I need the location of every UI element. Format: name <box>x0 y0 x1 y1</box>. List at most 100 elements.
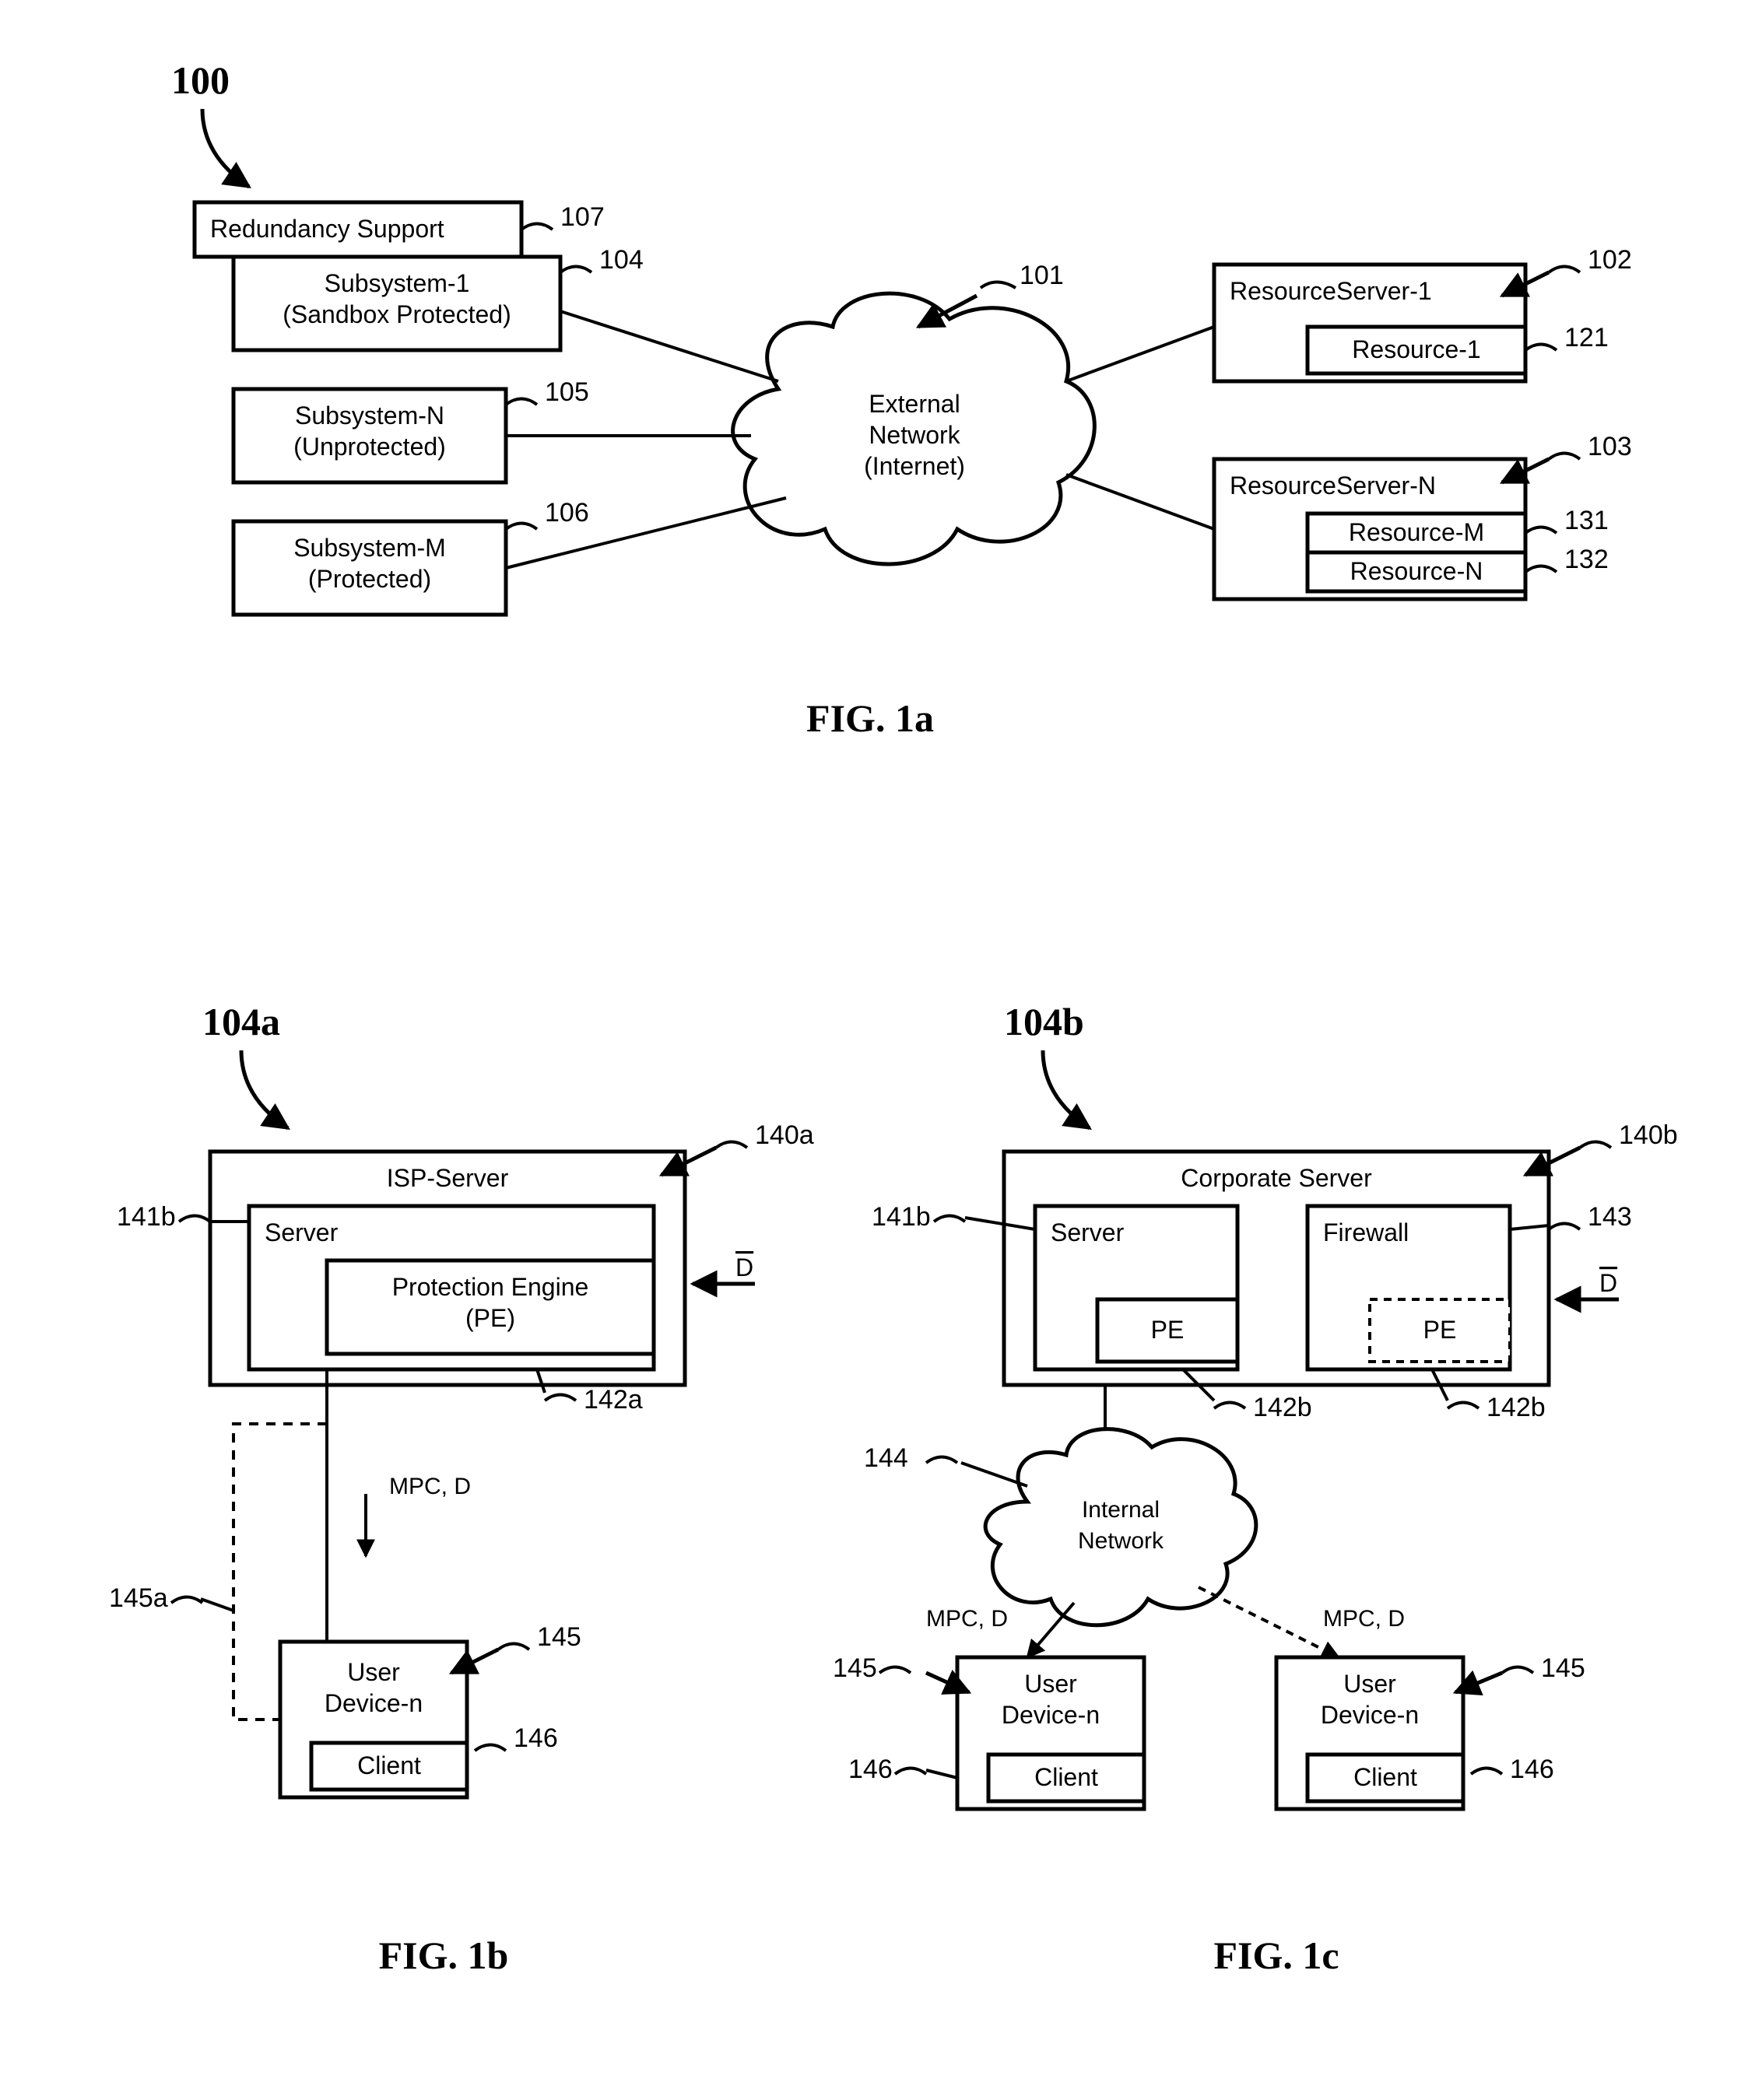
cloud-external-network: External Network (Internet) <box>733 293 1095 564</box>
leader-141b-b <box>179 1216 210 1222</box>
ref-142a: 142a <box>584 1385 643 1415</box>
user-line2-fig1b: Device-n <box>325 1689 423 1717</box>
ref-145-c-left: 145 <box>833 1653 877 1683</box>
ref-142b-left: 142b <box>1253 1393 1312 1422</box>
leader-146-c-left <box>895 1769 926 1775</box>
fig-1c-caption: FIG. 1c <box>1213 1933 1339 1977</box>
resource-1-label: Resource-1 <box>1352 335 1480 363</box>
d-label-fig1b: D <box>735 1253 753 1281</box>
leader-143 <box>1549 1224 1580 1230</box>
user-line2-c-left: Device-n <box>1002 1701 1100 1729</box>
user-line1-fig1b: User <box>347 1658 400 1686</box>
ref-146-c-left: 146 <box>848 1755 893 1784</box>
link-cloud-rsn <box>1066 475 1214 529</box>
leader-103 <box>1549 454 1580 460</box>
ref-106: 106 <box>545 498 589 528</box>
ref-145-c-right: 145 <box>1541 1653 1585 1683</box>
ref-141b-fig1c: 141b <box>872 1202 931 1232</box>
leader-140a <box>716 1142 747 1148</box>
leader-144 <box>926 1457 957 1464</box>
ref-140b: 140b <box>1619 1120 1678 1150</box>
leader-line-145a <box>201 1599 233 1611</box>
user-line1-c-left: User <box>1024 1670 1077 1698</box>
ref-146-c-right: 146 <box>1510 1755 1554 1784</box>
mpc-d-left: MPC, D <box>926 1606 1008 1632</box>
ref-104a-arrow <box>241 1050 288 1128</box>
client-label-c-left: Client <box>1034 1763 1098 1791</box>
leader-145-fig1b <box>498 1644 529 1650</box>
ref-143: 143 <box>1588 1202 1632 1232</box>
internal-line2: Network <box>1078 1528 1164 1554</box>
ref-104b: 104b <box>1004 1000 1084 1043</box>
leader-146-fig1b <box>475 1745 506 1751</box>
leader-145-c-right <box>1502 1667 1533 1674</box>
leader-132 <box>1525 566 1557 573</box>
isp-inner-server-label: Server <box>265 1218 339 1246</box>
user-line2-c-right: Device-n <box>1321 1701 1419 1729</box>
leader-145a <box>171 1597 202 1604</box>
leader-121 <box>1525 345 1557 351</box>
client-label-c-right: Client <box>1353 1763 1417 1791</box>
cloud-line3: (Internet) <box>864 452 965 480</box>
ref-102: 102 <box>1588 245 1632 275</box>
resource-server-n-label: ResourceServer-N <box>1230 472 1436 500</box>
fig-1c: 104b Corporate Server 140b 141b Server P… <box>833 1000 1678 1977</box>
ref-107: 107 <box>560 202 605 232</box>
subsystem-n-line1: Subsystem-N <box>295 401 444 429</box>
ref-142b-right: 142b <box>1487 1393 1546 1422</box>
ref-104a: 104a <box>202 1000 280 1043</box>
pe-line1: Protection Engine <box>392 1273 589 1301</box>
ref-144: 144 <box>864 1443 908 1473</box>
ref-101: 101 <box>1020 261 1064 290</box>
fig-1b: 104a ISP-Server 140a Server 141b Protect… <box>109 1000 814 1977</box>
leader-141b-c <box>934 1216 965 1222</box>
user-line1-c-right: User <box>1343 1670 1396 1698</box>
isp-server-label: ISP-Server <box>387 1164 509 1192</box>
ref-104: 104 <box>599 245 644 275</box>
ref-141b-fig1b: 141b <box>117 1202 176 1232</box>
leader-140b <box>1580 1142 1611 1148</box>
subsystem-1-line1: Subsystem-1 <box>325 269 470 297</box>
diagram-canvas: 100 Redundancy Support 107 Subsystem-1 (… <box>0 0 1741 2100</box>
internal-line1: Internal <box>1082 1497 1160 1523</box>
leader-142b-right <box>1448 1403 1479 1409</box>
leader-105 <box>506 399 537 405</box>
leader-145-c-left <box>879 1667 911 1674</box>
fig-1a: 100 Redundancy Support 107 Subsystem-1 (… <box>171 58 1632 740</box>
link-sub1-cloud <box>560 311 778 381</box>
ref-145-fig1b: 145 <box>537 1622 581 1652</box>
subsystem-m-line2: (Protected) <box>308 565 431 593</box>
leader-107 <box>521 224 553 230</box>
leader-106 <box>506 524 537 530</box>
subsystem-m-line1: Subsystem-M <box>293 534 446 562</box>
resource-server-1-label: ResourceServer-1 <box>1230 277 1432 305</box>
d-label-fig1c: D <box>1599 1269 1617 1297</box>
link-cloud-user-right <box>1199 1587 1339 1657</box>
fig-1a-caption: FIG. 1a <box>806 696 934 740</box>
leader-131 <box>1525 528 1557 534</box>
ref-103: 103 <box>1588 432 1632 461</box>
firewall-pe-label: PE <box>1423 1316 1457 1344</box>
cloud-line2: Network <box>869 421 960 449</box>
ref-104b-arrow <box>1043 1050 1090 1128</box>
mpc-d-right: MPC, D <box>1323 1606 1405 1632</box>
corporate-server-label: Corporate Server <box>1181 1164 1372 1192</box>
mpc-d-label-fig1b: MPC, D <box>389 1474 471 1499</box>
link-cloud-rs1 <box>1066 327 1214 381</box>
ref-100-arrow <box>202 109 249 187</box>
pe-line2: (PE) <box>465 1304 515 1332</box>
ref-132: 132 <box>1564 545 1609 574</box>
leader-line-146-c-left <box>926 1770 957 1778</box>
subsystem-n-line2: (Unprotected) <box>293 433 446 461</box>
ref-121: 121 <box>1564 323 1609 352</box>
resource-m-label: Resource-M <box>1349 518 1484 546</box>
firewall-label: Firewall <box>1323 1218 1409 1246</box>
leader-142a <box>545 1395 576 1401</box>
cloud-line1: External <box>869 390 960 418</box>
leader-146-c-right <box>1471 1769 1502 1775</box>
ref-105: 105 <box>545 377 589 407</box>
client-label-fig1b: Client <box>357 1751 421 1779</box>
ref-140a: 140a <box>755 1120 814 1150</box>
leader-104 <box>560 267 591 273</box>
link-cloud-user-left <box>1027 1603 1074 1657</box>
